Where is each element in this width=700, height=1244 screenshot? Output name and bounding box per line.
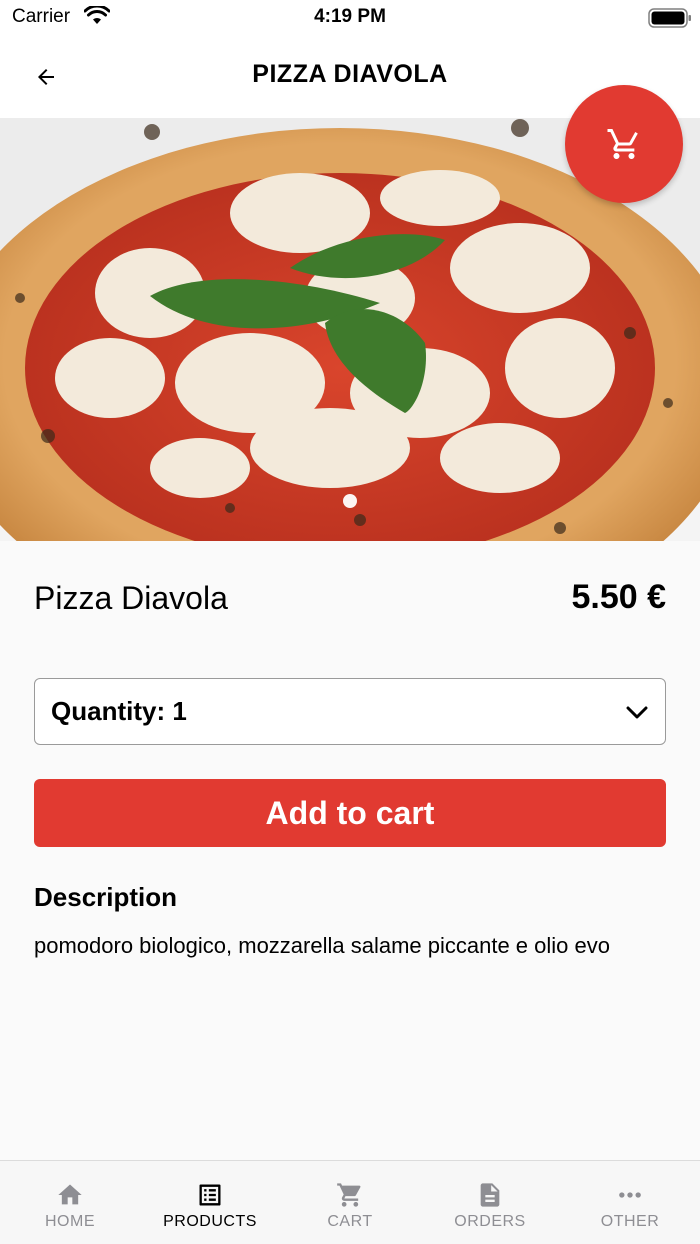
list-icon (199, 1184, 221, 1206)
tab-label: HOME (45, 1213, 95, 1230)
tab-orders[interactable]: ORDERS (420, 1161, 560, 1244)
battery-icon (648, 8, 691, 28)
description-heading: Description (34, 882, 178, 912)
status-time: 4:19 PM (314, 6, 386, 27)
more-icon (619, 1192, 641, 1198)
cart-icon (337, 1183, 361, 1207)
tab-label: OTHER (600, 1213, 660, 1230)
quantity-label: Quantity: 1 (51, 696, 187, 726)
tab-cart[interactable]: CART (280, 1161, 420, 1244)
tab-products[interactable]: PRODUCTS (140, 1161, 280, 1244)
product-price: 5.50 € (571, 578, 666, 616)
add-to-cart-button[interactable]: Add to cart (34, 779, 666, 847)
bottom-tab-bar: HOME PRODUCTS CART ORDERS OTHER (0, 1160, 700, 1244)
tab-label: CART (327, 1213, 373, 1230)
page-title: PIZZA DIAVOLA (252, 60, 448, 88)
chevron-down-icon (626, 706, 648, 719)
tab-other[interactable]: OTHER (560, 1161, 700, 1244)
home-icon (58, 1184, 82, 1205)
product-name: Pizza Diavola (34, 580, 228, 616)
document-icon (480, 1183, 500, 1207)
carousel-page-dot[interactable] (343, 494, 357, 508)
status-bar: Carrier 4:19 PM (0, 0, 700, 40)
cart-icon (607, 129, 638, 159)
tab-label: PRODUCTS (163, 1213, 257, 1230)
cart-fab-button[interactable] (565, 85, 683, 203)
description-text: pomodoro biologico, mozzarella salame pi… (34, 933, 610, 958)
tab-home[interactable]: HOME (0, 1161, 140, 1244)
quantity-select[interactable]: Quantity: 1 (34, 678, 666, 745)
tab-label: ORDERS (454, 1213, 526, 1230)
